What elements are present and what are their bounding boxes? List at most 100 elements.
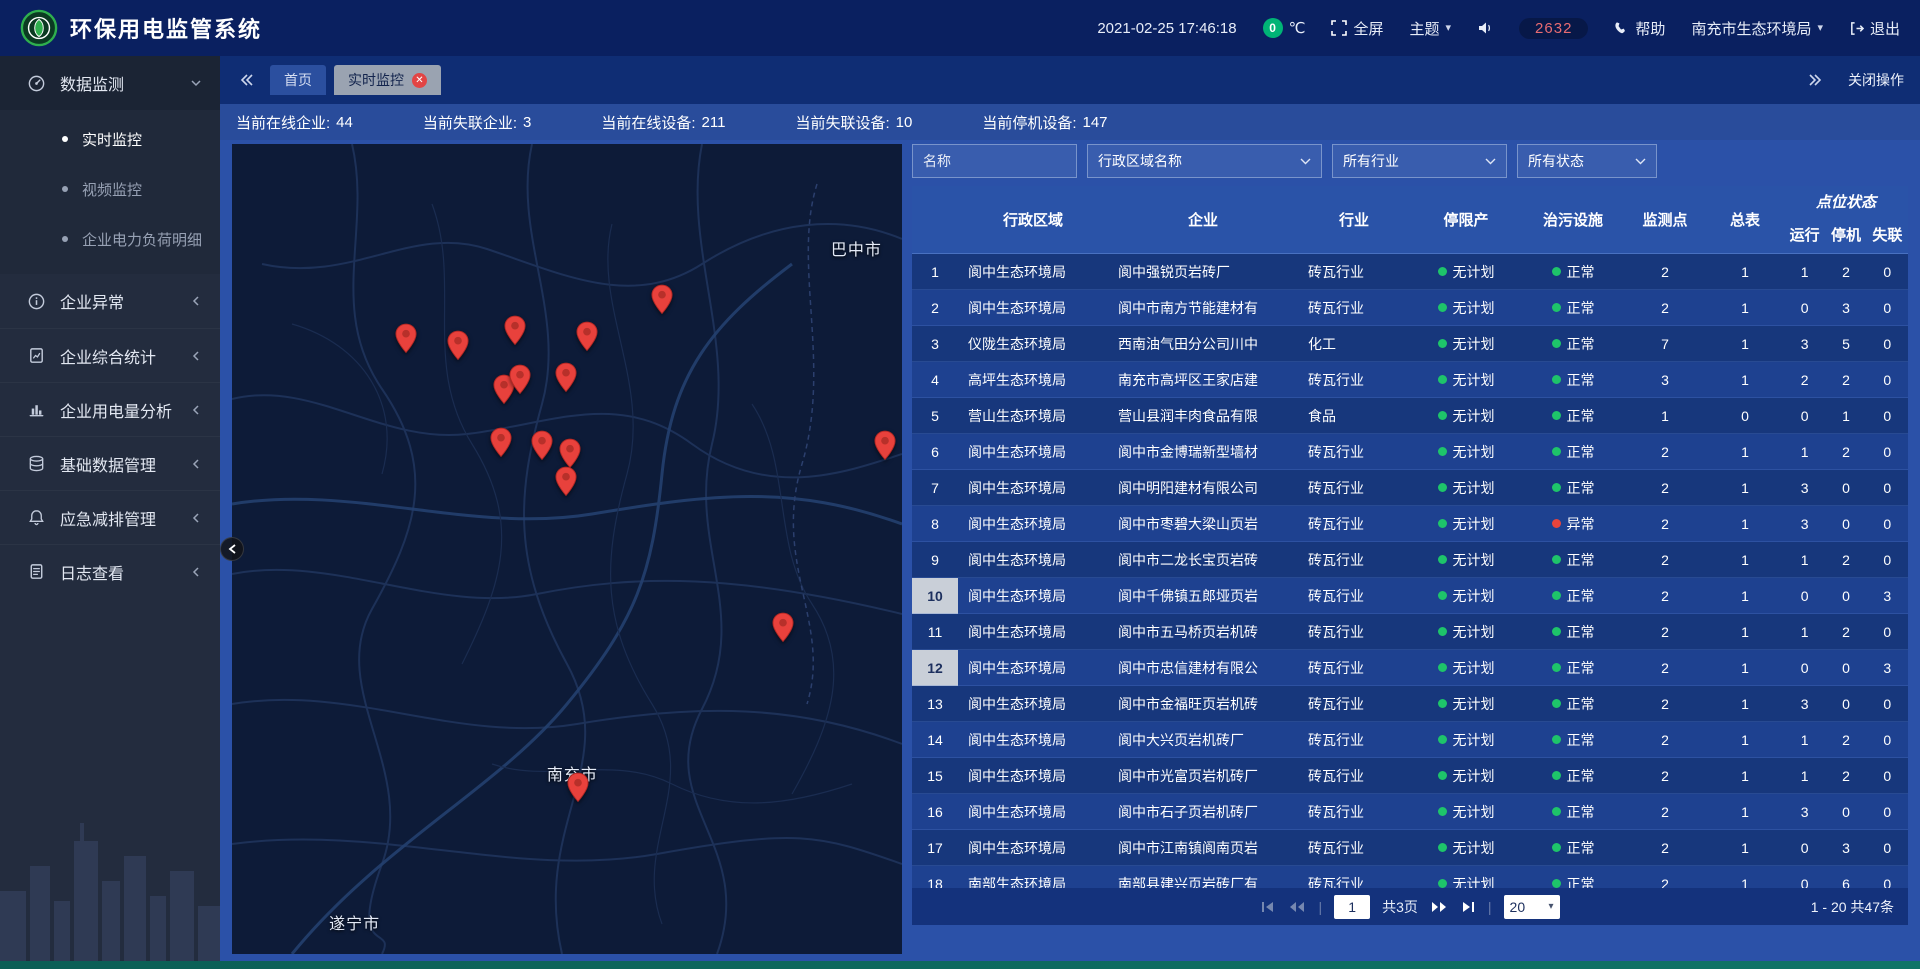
table-row[interactable]: 10 阆中生态环境局 阆中千佛镇五郎垭页岩 砖瓦行业 无计划 正常 2 1 0 … xyxy=(912,578,1908,614)
org-dropdown[interactable]: 南充市生态环境局 ▾ xyxy=(1691,18,1823,39)
cell-run: 0 xyxy=(1784,578,1825,614)
map-pin[interactable] xyxy=(447,330,470,366)
sidebar-item-4[interactable]: 基础数据管理 xyxy=(0,436,220,490)
tab-scroll-right-button[interactable] xyxy=(1802,67,1828,93)
status-dot xyxy=(1438,519,1447,528)
map-pin[interactable] xyxy=(772,612,795,648)
cell-company: 南充市高坪区王家店建 xyxy=(1108,362,1298,398)
tab-1[interactable]: 实时监控 ✕ xyxy=(334,65,441,95)
cell-points: 2 xyxy=(1624,866,1706,888)
chevron-left-icon xyxy=(190,458,202,470)
cell-meters: 1 xyxy=(1706,722,1784,758)
table-row[interactable]: 2 阆中生态环境局 阆中市南方节能建材有 砖瓦行业 无计划 正常 2 1 0 3… xyxy=(912,290,1908,326)
status-dot xyxy=(1438,771,1447,780)
cell-industry: 砖瓦行业 xyxy=(1298,686,1410,722)
cell-stop: 3 xyxy=(1825,830,1866,866)
map-pin[interactable] xyxy=(503,315,526,351)
cell-company: 阆中市光富页岩机砖厂 xyxy=(1108,758,1298,794)
region-select[interactable]: 行政区域名称 xyxy=(1087,144,1322,178)
logout-button[interactable]: 退出 xyxy=(1849,18,1900,39)
sound-button[interactable] xyxy=(1477,21,1493,35)
page-input[interactable] xyxy=(1334,895,1370,919)
sidebar-subitem-2[interactable]: 企业电力负荷明细 xyxy=(0,214,220,264)
tab-scroll-left-button[interactable] xyxy=(234,67,260,93)
map-pin[interactable] xyxy=(395,323,418,359)
fullscreen-button[interactable]: 全屏 xyxy=(1331,18,1383,39)
sidebar-item-5[interactable]: 应急减排管理 xyxy=(0,490,220,544)
cell-industry: 砖瓦行业 xyxy=(1298,866,1410,888)
page-size-select[interactable]: 20 ▾ xyxy=(1504,895,1560,919)
table-row[interactable]: 18 南部生态环境局 南部县建兴页岩砖厂有 砖瓦行业 无计划 正常 2 1 0 … xyxy=(912,866,1908,888)
cell-limit: 无计划 xyxy=(1410,578,1522,614)
status-dot xyxy=(1552,843,1561,852)
sidebar-subitem-0[interactable]: 实时监控 xyxy=(0,114,220,164)
table-row[interactable]: 4 高坪生态环境局 南充市高坪区王家店建 砖瓦行业 无计划 正常 3 1 2 2… xyxy=(912,362,1908,398)
cell-run: 3 xyxy=(1784,470,1825,506)
table-row[interactable]: 13 阆中生态环境局 阆中市金福旺页岩机砖 砖瓦行业 无计划 正常 2 1 3 … xyxy=(912,686,1908,722)
first-page-button[interactable] xyxy=(1260,901,1276,913)
last-page-button[interactable] xyxy=(1460,901,1476,913)
status-dot xyxy=(1438,339,1447,348)
col-stop: 停机 xyxy=(1825,216,1866,253)
table-row[interactable]: 1 阆中生态环境局 阆中强锐页岩砖厂 砖瓦行业 无计划 正常 2 1 1 2 0 xyxy=(912,254,1908,290)
prev-page-button[interactable] xyxy=(1288,901,1306,913)
sidebar-item-1[interactable]: 企业异常 xyxy=(0,274,220,328)
map-pin[interactable] xyxy=(490,427,513,463)
double-chevron-left-icon xyxy=(240,74,254,86)
close-tab-icon[interactable]: ✕ xyxy=(412,73,427,88)
map-pin[interactable] xyxy=(567,772,590,808)
map-pin[interactable] xyxy=(509,364,532,400)
cell-company: 南部县建兴页岩砖厂有 xyxy=(1108,866,1298,888)
last-page-icon xyxy=(1460,901,1476,913)
cell-run: 1 xyxy=(1784,254,1825,290)
map-pin[interactable] xyxy=(531,430,554,466)
chevron-left-icon xyxy=(190,566,202,578)
table-row[interactable]: 5 营山生态环境局 营山县润丰肉食品有限 食品 无计划 正常 1 0 0 1 0 xyxy=(912,398,1908,434)
cell-stop: 0 xyxy=(1825,794,1866,830)
sidebar-subitem-1[interactable]: 视频监控 xyxy=(0,164,220,214)
table-row[interactable]: 16 阆中生态环境局 阆中市石子页岩机砖厂 砖瓦行业 无计划 正常 2 1 3 … xyxy=(912,794,1908,830)
right-panel: 行政区域名称 所有行业 所有状态 xyxy=(912,144,1908,961)
cell-meters: 1 xyxy=(1706,506,1784,542)
cell-offline: 0 xyxy=(1867,686,1908,722)
table-row[interactable]: 14 阆中生态环境局 阆中大兴页岩机砖厂 砖瓦行业 无计划 正常 2 1 1 2… xyxy=(912,722,1908,758)
industry-select[interactable]: 所有行业 xyxy=(1332,144,1507,178)
collapse-map-button[interactable] xyxy=(220,537,244,561)
table-row[interactable]: 15 阆中生态环境局 阆中市光富页岩机砖厂 砖瓦行业 无计划 正常 2 1 1 … xyxy=(912,758,1908,794)
alarm-count-badge[interactable]: 2632 xyxy=(1519,18,1588,39)
map-canvas[interactable]: 巴中市南充市遂宁市 xyxy=(232,144,902,954)
cell-points: 2 xyxy=(1624,722,1706,758)
sidebar-item-3[interactable]: 企业用电量分析 xyxy=(0,382,220,436)
map-pin[interactable] xyxy=(874,430,897,466)
sidebar-item-0[interactable]: 数据监测 xyxy=(0,56,220,110)
map-pin[interactable] xyxy=(651,284,674,320)
table-row[interactable]: 8 阆中生态环境局 阆中市枣碧大梁山页岩 砖瓦行业 无计划 异常 2 1 3 0… xyxy=(912,506,1908,542)
map-panel[interactable]: 巴中市南充市遂宁市 xyxy=(232,144,902,954)
cell-limit: 无计划 xyxy=(1410,326,1522,362)
next-page-button[interactable] xyxy=(1430,901,1448,913)
close-operations-button[interactable]: 关闭操作 xyxy=(1848,70,1904,90)
sidebar-item-6[interactable]: 日志查看 xyxy=(0,544,220,598)
table-row[interactable]: 12 阆中生态环境局 阆中市忠信建材有限公 砖瓦行业 无计划 正常 2 1 0 … xyxy=(912,650,1908,686)
table-row[interactable]: 7 阆中生态环境局 阆中明阳建材有限公司 砖瓦行业 无计划 正常 2 1 3 0… xyxy=(912,470,1908,506)
cell-stop: 2 xyxy=(1825,254,1866,290)
sidebar-item-2[interactable]: 企业综合统计 xyxy=(0,328,220,382)
status-dot xyxy=(1438,555,1447,564)
tab-0[interactable]: 首页 xyxy=(270,65,326,95)
theme-dropdown[interactable]: 主题 ▾ xyxy=(1410,18,1452,39)
double-chevron-right-icon xyxy=(1808,74,1822,86)
status-select[interactable]: 所有状态 xyxy=(1517,144,1657,178)
table-row[interactable]: 17 阆中生态环境局 阆中市江南镇阆南页岩 砖瓦行业 无计划 正常 2 1 0 … xyxy=(912,830,1908,866)
app-logo xyxy=(20,9,58,47)
table-row[interactable]: 9 阆中生态环境局 阆中市二龙长宝页岩砖 砖瓦行业 无计划 正常 2 1 1 2… xyxy=(912,542,1908,578)
table-row[interactable]: 3 仪陇生态环境局 西南油气田分公司川中 化工 无计划 正常 7 1 3 5 0 xyxy=(912,326,1908,362)
col-region: 行政区域 xyxy=(958,186,1108,253)
table-row[interactable]: 6 阆中生态环境局 阆中市金博瑞新型墙材 砖瓦行业 无计划 正常 2 1 1 2… xyxy=(912,434,1908,470)
table-row[interactable]: 11 阆中生态环境局 阆中市五马桥页岩机砖 砖瓦行业 无计划 正常 2 1 1 … xyxy=(912,614,1908,650)
map-pin[interactable] xyxy=(576,321,599,357)
map-pin[interactable] xyxy=(555,466,578,502)
map-pin[interactable] xyxy=(555,362,578,398)
name-search-input[interactable] xyxy=(912,144,1077,178)
help-button[interactable]: 帮助 xyxy=(1614,18,1665,39)
cell-stop: 3 xyxy=(1825,290,1866,326)
